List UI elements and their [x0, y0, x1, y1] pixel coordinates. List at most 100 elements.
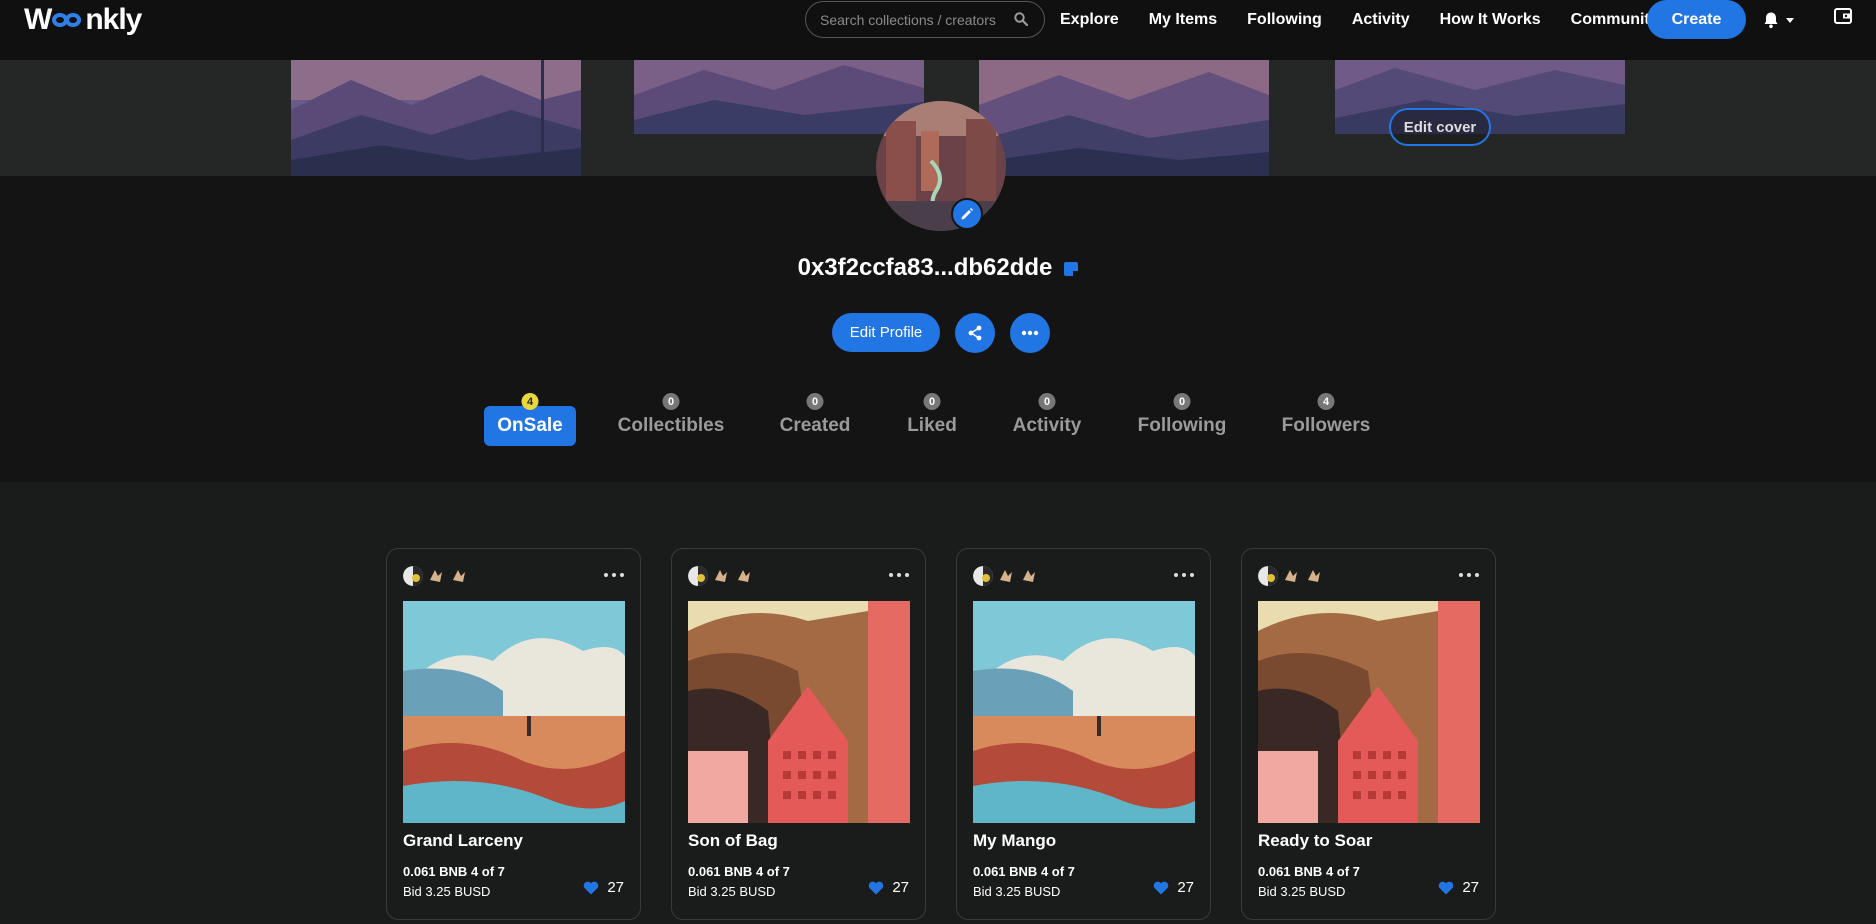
wallet-icon[interactable] [1834, 8, 1852, 24]
tab-created[interactable]: 0 Created [775, 393, 855, 446]
more-options-button[interactable] [1010, 313, 1050, 353]
dot-icon [905, 573, 909, 577]
card-menu-button[interactable] [1174, 567, 1194, 583]
share-button[interactable] [955, 313, 995, 353]
tab-followers[interactable]: 4 Followers [1280, 393, 1372, 446]
tab-label: Created [779, 415, 851, 436]
dot-icon [1459, 573, 1463, 577]
avatar[interactable] [688, 566, 708, 586]
heart-icon [869, 881, 884, 894]
nft-title: Son of Bag [688, 831, 778, 850]
wallet-address-text: 0x3f2ccfa83...db62dde [797, 254, 1053, 281]
nft-title: Ready to Soar [1258, 831, 1373, 850]
card-menu-button[interactable] [604, 567, 624, 583]
edit-avatar-button[interactable] [951, 198, 983, 230]
price-value: 0.061 BNB [688, 864, 753, 879]
owner-avatars [403, 566, 472, 586]
like-count: 27 [607, 879, 624, 896]
wallet-address: 0x3f2ccfa83...db62dde [0, 254, 1876, 282]
dot-icon [1467, 573, 1471, 577]
cover-image [291, 60, 581, 176]
tab-following[interactable]: 0 Following [1137, 393, 1227, 446]
tab-activity[interactable]: 0 Activity [1010, 393, 1084, 446]
tab-liked[interactable]: 0 Liked [904, 393, 960, 446]
tab-count: 4 [1317, 393, 1335, 410]
card-menu-button[interactable] [1459, 567, 1479, 583]
tab-onsale[interactable]: 4 OnSale [484, 393, 576, 446]
create-button[interactable]: Create [1647, 0, 1746, 39]
avatar[interactable] [1304, 566, 1324, 586]
edit-cover-button[interactable]: Edit cover [1389, 108, 1491, 146]
like-button[interactable]: 27 [1153, 879, 1194, 896]
search-box [805, 1, 1045, 38]
dot-icon [604, 573, 608, 577]
tab-count: 4 [521, 393, 539, 410]
nav-explore[interactable]: Explore [1060, 11, 1119, 29]
nft-bid: Bid 3.25 BUSD [973, 884, 1061, 899]
ellipsis-icon [1021, 330, 1039, 336]
nav-following[interactable]: Following [1247, 11, 1322, 29]
avatar[interactable] [1258, 566, 1278, 586]
nft-price: 0.061 BNB 4 of 7 [1258, 864, 1360, 879]
nft-title: My Mango [973, 831, 1057, 850]
nav-how-it-works[interactable]: How It Works [1440, 11, 1541, 29]
dot-icon [1190, 573, 1194, 577]
nft-price: 0.061 BNB 4 of 7 [688, 864, 790, 879]
chevron-down-icon [1786, 17, 1794, 23]
price-value: 0.061 BNB [403, 864, 468, 879]
copy-icon[interactable] [1064, 261, 1079, 276]
tab-label: OnSale [497, 415, 563, 436]
nav-activity[interactable]: Activity [1352, 11, 1410, 29]
avatar[interactable] [973, 566, 993, 586]
cover-image [634, 60, 924, 134]
heart-icon [1439, 881, 1454, 894]
like-button[interactable]: 27 [1438, 879, 1479, 896]
tab-count: 0 [1038, 393, 1056, 410]
bell-icon [1764, 12, 1778, 29]
nft-image [403, 601, 625, 823]
nft-image [1258, 601, 1480, 823]
tab-label: Activity [1012, 415, 1082, 436]
avatar[interactable] [1281, 566, 1301, 586]
dot-icon [897, 573, 901, 577]
nft-image [688, 601, 910, 823]
nft-card[interactable]: Son of Bag 0.061 BNB 4 of 7 Bid 3.25 BUS… [671, 548, 926, 920]
nft-card[interactable]: Ready to Soar 0.061 BNB 4 of 7 Bid 3.25 … [1241, 548, 1496, 920]
like-button[interactable]: 27 [583, 879, 624, 896]
avatar[interactable] [734, 566, 754, 586]
edition-count: 4 of 7 [755, 864, 790, 879]
heart-icon [584, 881, 599, 894]
avatar[interactable] [403, 566, 423, 586]
card-menu-button[interactable] [889, 567, 909, 583]
search-icon[interactable] [1014, 12, 1028, 26]
owner-avatars [688, 566, 757, 586]
logo-text-end: nkly [85, 3, 142, 36]
like-button[interactable]: 27 [868, 879, 909, 896]
nft-card[interactable]: My Mango 0.061 BNB 4 of 7 Bid 3.25 BUSD … [956, 548, 1211, 920]
avatar[interactable] [1019, 566, 1039, 586]
price-value: 0.061 BNB [1258, 864, 1323, 879]
logo[interactable]: W nkly [24, 2, 142, 38]
tab-collectibles[interactable]: 0 Collectibles [617, 393, 725, 446]
top-navbar: W nkly Explore My Items Following Activi… [0, 0, 1876, 60]
avatar[interactable] [711, 566, 731, 586]
dot-icon [1174, 573, 1178, 577]
notifications-dropdown[interactable] [1762, 10, 1798, 30]
avatar[interactable] [996, 566, 1016, 586]
avatar[interactable] [449, 566, 469, 586]
like-count: 27 [1177, 879, 1194, 896]
share-icon [968, 325, 982, 341]
nav-my-items[interactable]: My Items [1149, 11, 1217, 29]
avatar[interactable] [426, 566, 446, 586]
nft-image [973, 601, 1195, 823]
pencil-icon [961, 208, 973, 220]
avatar [876, 101, 1006, 231]
edit-profile-button[interactable]: Edit Profile [832, 313, 940, 352]
dot-icon [1475, 573, 1479, 577]
dot-icon [1182, 573, 1186, 577]
nft-card[interactable]: Grand Larceny 0.061 BNB 4 of 7 Bid 3.25 … [386, 548, 641, 920]
nft-bid: Bid 3.25 BUSD [688, 884, 776, 899]
infinity-icon [52, 11, 84, 29]
search-input[interactable] [820, 11, 1000, 28]
edition-count: 4 of 7 [1040, 864, 1075, 879]
